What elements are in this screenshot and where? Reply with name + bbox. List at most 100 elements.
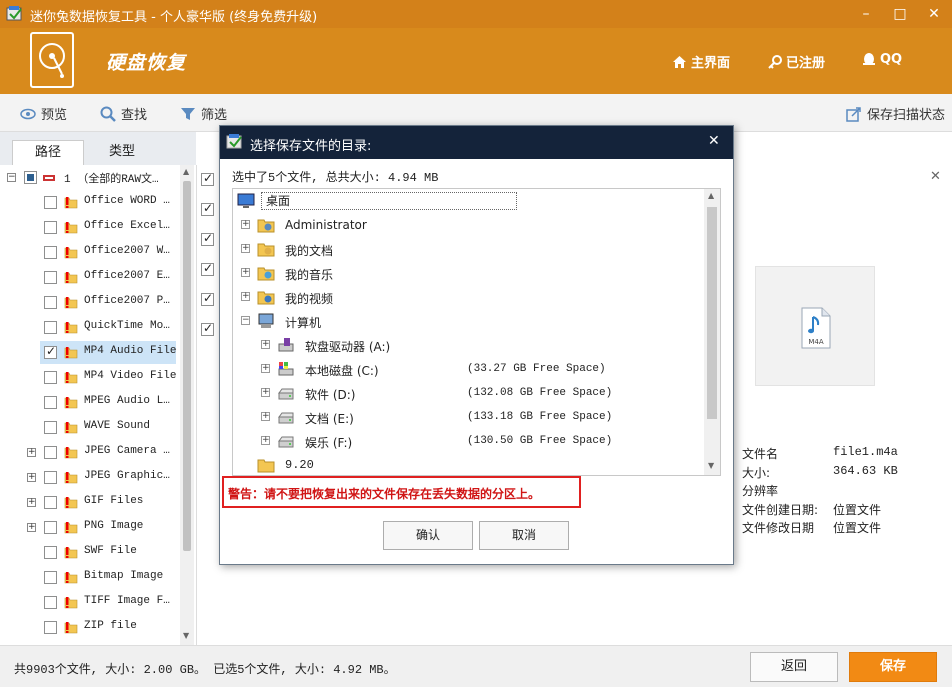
dialog-close-button[interactable]: ✕ <box>708 133 720 149</box>
save-button[interactable]: 保存 <box>849 652 937 682</box>
scroll-down-arrow-icon[interactable]: ▼ <box>708 461 714 470</box>
drive-row[interactable]: + 文档 (E:) (133.18 GB Free Space) <box>233 405 703 429</box>
drive-row[interactable]: + 软盘驱动器 (A:) <box>233 333 703 357</box>
folder-row[interactable]: + 我的音乐 <box>233 261 703 285</box>
tree-scrollbar-thumb[interactable] <box>183 181 191 551</box>
expand-toggle[interactable]: + <box>261 388 270 397</box>
drive-row[interactable]: + 本地磁盘 (C:) (33.27 GB Free Space) <box>233 357 703 381</box>
tree-item-checkbox[interactable] <box>44 571 57 584</box>
directory-scrollbar[interactable]: ▲ ▼ <box>704 189 720 475</box>
file-row-checkbox[interactable] <box>201 201 214 216</box>
file-row-checkbox[interactable] <box>201 171 214 186</box>
tree-item-checkbox[interactable] <box>44 221 57 234</box>
maximize-button[interactable]: □ <box>890 4 910 24</box>
tree-root-row[interactable]: − 1 （全部的RAW文… <box>0 165 180 190</box>
file-row-checkbox[interactable] <box>201 261 214 276</box>
folder-row[interactable]: + Administrator <box>233 213 703 237</box>
tree-item[interactable]: MP4 Video File <box>0 365 180 390</box>
file-row-checkbox[interactable] <box>201 231 214 246</box>
tree-item-checkbox[interactable] <box>44 621 57 634</box>
desktop-row[interactable]: 桌面 <box>233 189 703 213</box>
tree-item[interactable]: ZIP file <box>0 615 180 640</box>
expand-toggle[interactable]: + <box>241 220 250 229</box>
tree-item-checkbox[interactable] <box>44 196 57 209</box>
tab-type[interactable]: 类型 <box>86 140 158 165</box>
preview-button[interactable]: 预览 <box>20 104 67 123</box>
qq-button[interactable]: QQ <box>862 52 902 67</box>
home-button[interactable]: 主界面 <box>672 52 730 71</box>
tree-item[interactable]: Bitmap Image <box>0 565 180 590</box>
tree-item-checkbox[interactable] <box>44 271 57 284</box>
tree-item-checkbox[interactable] <box>44 421 57 434</box>
tree-item[interactable]: MP4 Audio File <box>0 340 180 365</box>
scroll-up-arrow-icon[interactable]: ▲ <box>708 191 714 200</box>
expand-toggle[interactable]: + <box>261 436 270 445</box>
tree-item[interactable]: SWF File <box>0 540 180 565</box>
expand-toggle[interactable]: + <box>241 268 250 277</box>
expand-toggle[interactable]: + <box>27 448 36 457</box>
folder-row[interactable]: 9.20 <box>233 453 703 475</box>
tree-scrollbar[interactable]: ▲ ▼ <box>180 165 194 645</box>
tree-item-checkbox[interactable] <box>44 496 57 509</box>
tree-item[interactable]: TIFF Image F… <box>0 590 180 615</box>
drive-row[interactable]: + 娱乐 (F:) (130.50 GB Free Space) <box>233 429 703 453</box>
tree-item-checkbox[interactable] <box>44 396 57 409</box>
expand-toggle[interactable]: + <box>27 473 36 482</box>
file-row-checkbox[interactable] <box>201 291 214 306</box>
tree-item[interactable]: WAVE Sound <box>0 415 180 440</box>
tree-item[interactable]: Office Excel… <box>0 215 180 240</box>
drive-row[interactable]: + 软件 (D:) (132.08 GB Free Space) <box>233 381 703 405</box>
expand-toggle[interactable]: + <box>241 292 250 301</box>
registered-button[interactable]: 已注册 <box>768 52 825 71</box>
cancel-button[interactable]: 取消 <box>479 521 569 550</box>
expand-toggle[interactable]: + <box>261 412 270 421</box>
scroll-up-arrow-icon[interactable]: ▲ <box>183 167 189 176</box>
tree-item-checkbox[interactable] <box>44 446 57 459</box>
tree-item[interactable]: Office2007 E… <box>0 265 180 290</box>
tree-item[interactable]: + GIF Files <box>0 490 180 515</box>
minimize-button[interactable]: – <box>856 4 876 24</box>
folder-row[interactable]: + 我的视频 <box>233 285 703 309</box>
scroll-down-arrow-icon[interactable]: ▼ <box>183 631 189 640</box>
filter-button[interactable]: 筛选 <box>180 104 227 123</box>
tree-item-checkbox[interactable] <box>44 471 57 484</box>
tree-item-checkbox[interactable] <box>44 321 57 334</box>
tree-item-checkbox[interactable] <box>44 521 57 534</box>
save-scan-state-button[interactable]: 保存扫描状态 <box>846 104 945 123</box>
hard-disk-logo-icon <box>30 32 74 88</box>
expand-toggle[interactable]: + <box>27 498 36 507</box>
tree-item-checkbox[interactable] <box>44 546 57 559</box>
tree-item-checkbox[interactable] <box>44 371 57 384</box>
tree-item[interactable]: + JPEG Graphic… <box>0 465 180 490</box>
tree-item-checkbox[interactable] <box>44 246 57 259</box>
raw-drive-icon <box>43 175 55 181</box>
tree-item[interactable]: + PNG Image <box>0 515 180 540</box>
directory-scrollbar-thumb[interactable] <box>707 207 717 419</box>
expand-toggle[interactable]: + <box>27 523 36 532</box>
close-window-button[interactable]: ✕ <box>924 4 944 24</box>
tree-item-checkbox[interactable] <box>44 596 57 609</box>
confirm-button[interactable]: 确认 <box>383 521 473 550</box>
tree-item[interactable]: Office2007 W… <box>0 240 180 265</box>
tree-item-checkbox[interactable] <box>44 296 57 309</box>
find-button[interactable]: 查找 <box>100 104 147 123</box>
collapse-toggle[interactable]: − <box>7 173 16 182</box>
tree-item[interactable]: QuickTime Mo… <box>0 315 180 340</box>
collapse-toggle[interactable]: − <box>241 316 250 325</box>
tree-item[interactable]: Office WORD … <box>0 190 180 215</box>
expand-toggle[interactable]: + <box>261 340 270 349</box>
tree-item-checkbox[interactable] <box>44 344 57 359</box>
registered-label: 已注册 <box>786 56 826 71</box>
expand-toggle[interactable]: + <box>261 364 270 373</box>
root-checkbox[interactable] <box>24 171 37 184</box>
close-preview-icon[interactable]: ✕ <box>930 169 941 184</box>
expand-toggle[interactable]: + <box>241 244 250 253</box>
tree-item[interactable]: + JPEG Camera … <box>0 440 180 465</box>
tree-item[interactable]: MPEG Audio L… <box>0 390 180 415</box>
back-button[interactable]: 返回 <box>750 652 838 682</box>
folder-row[interactable]: + 我的文档 <box>233 237 703 261</box>
tab-path[interactable]: 路径 <box>12 140 84 165</box>
tree-item[interactable]: Office2007 P… <box>0 290 180 315</box>
file-row-checkbox[interactable] <box>201 321 214 336</box>
computer-row[interactable]: − 计算机 <box>233 309 703 333</box>
